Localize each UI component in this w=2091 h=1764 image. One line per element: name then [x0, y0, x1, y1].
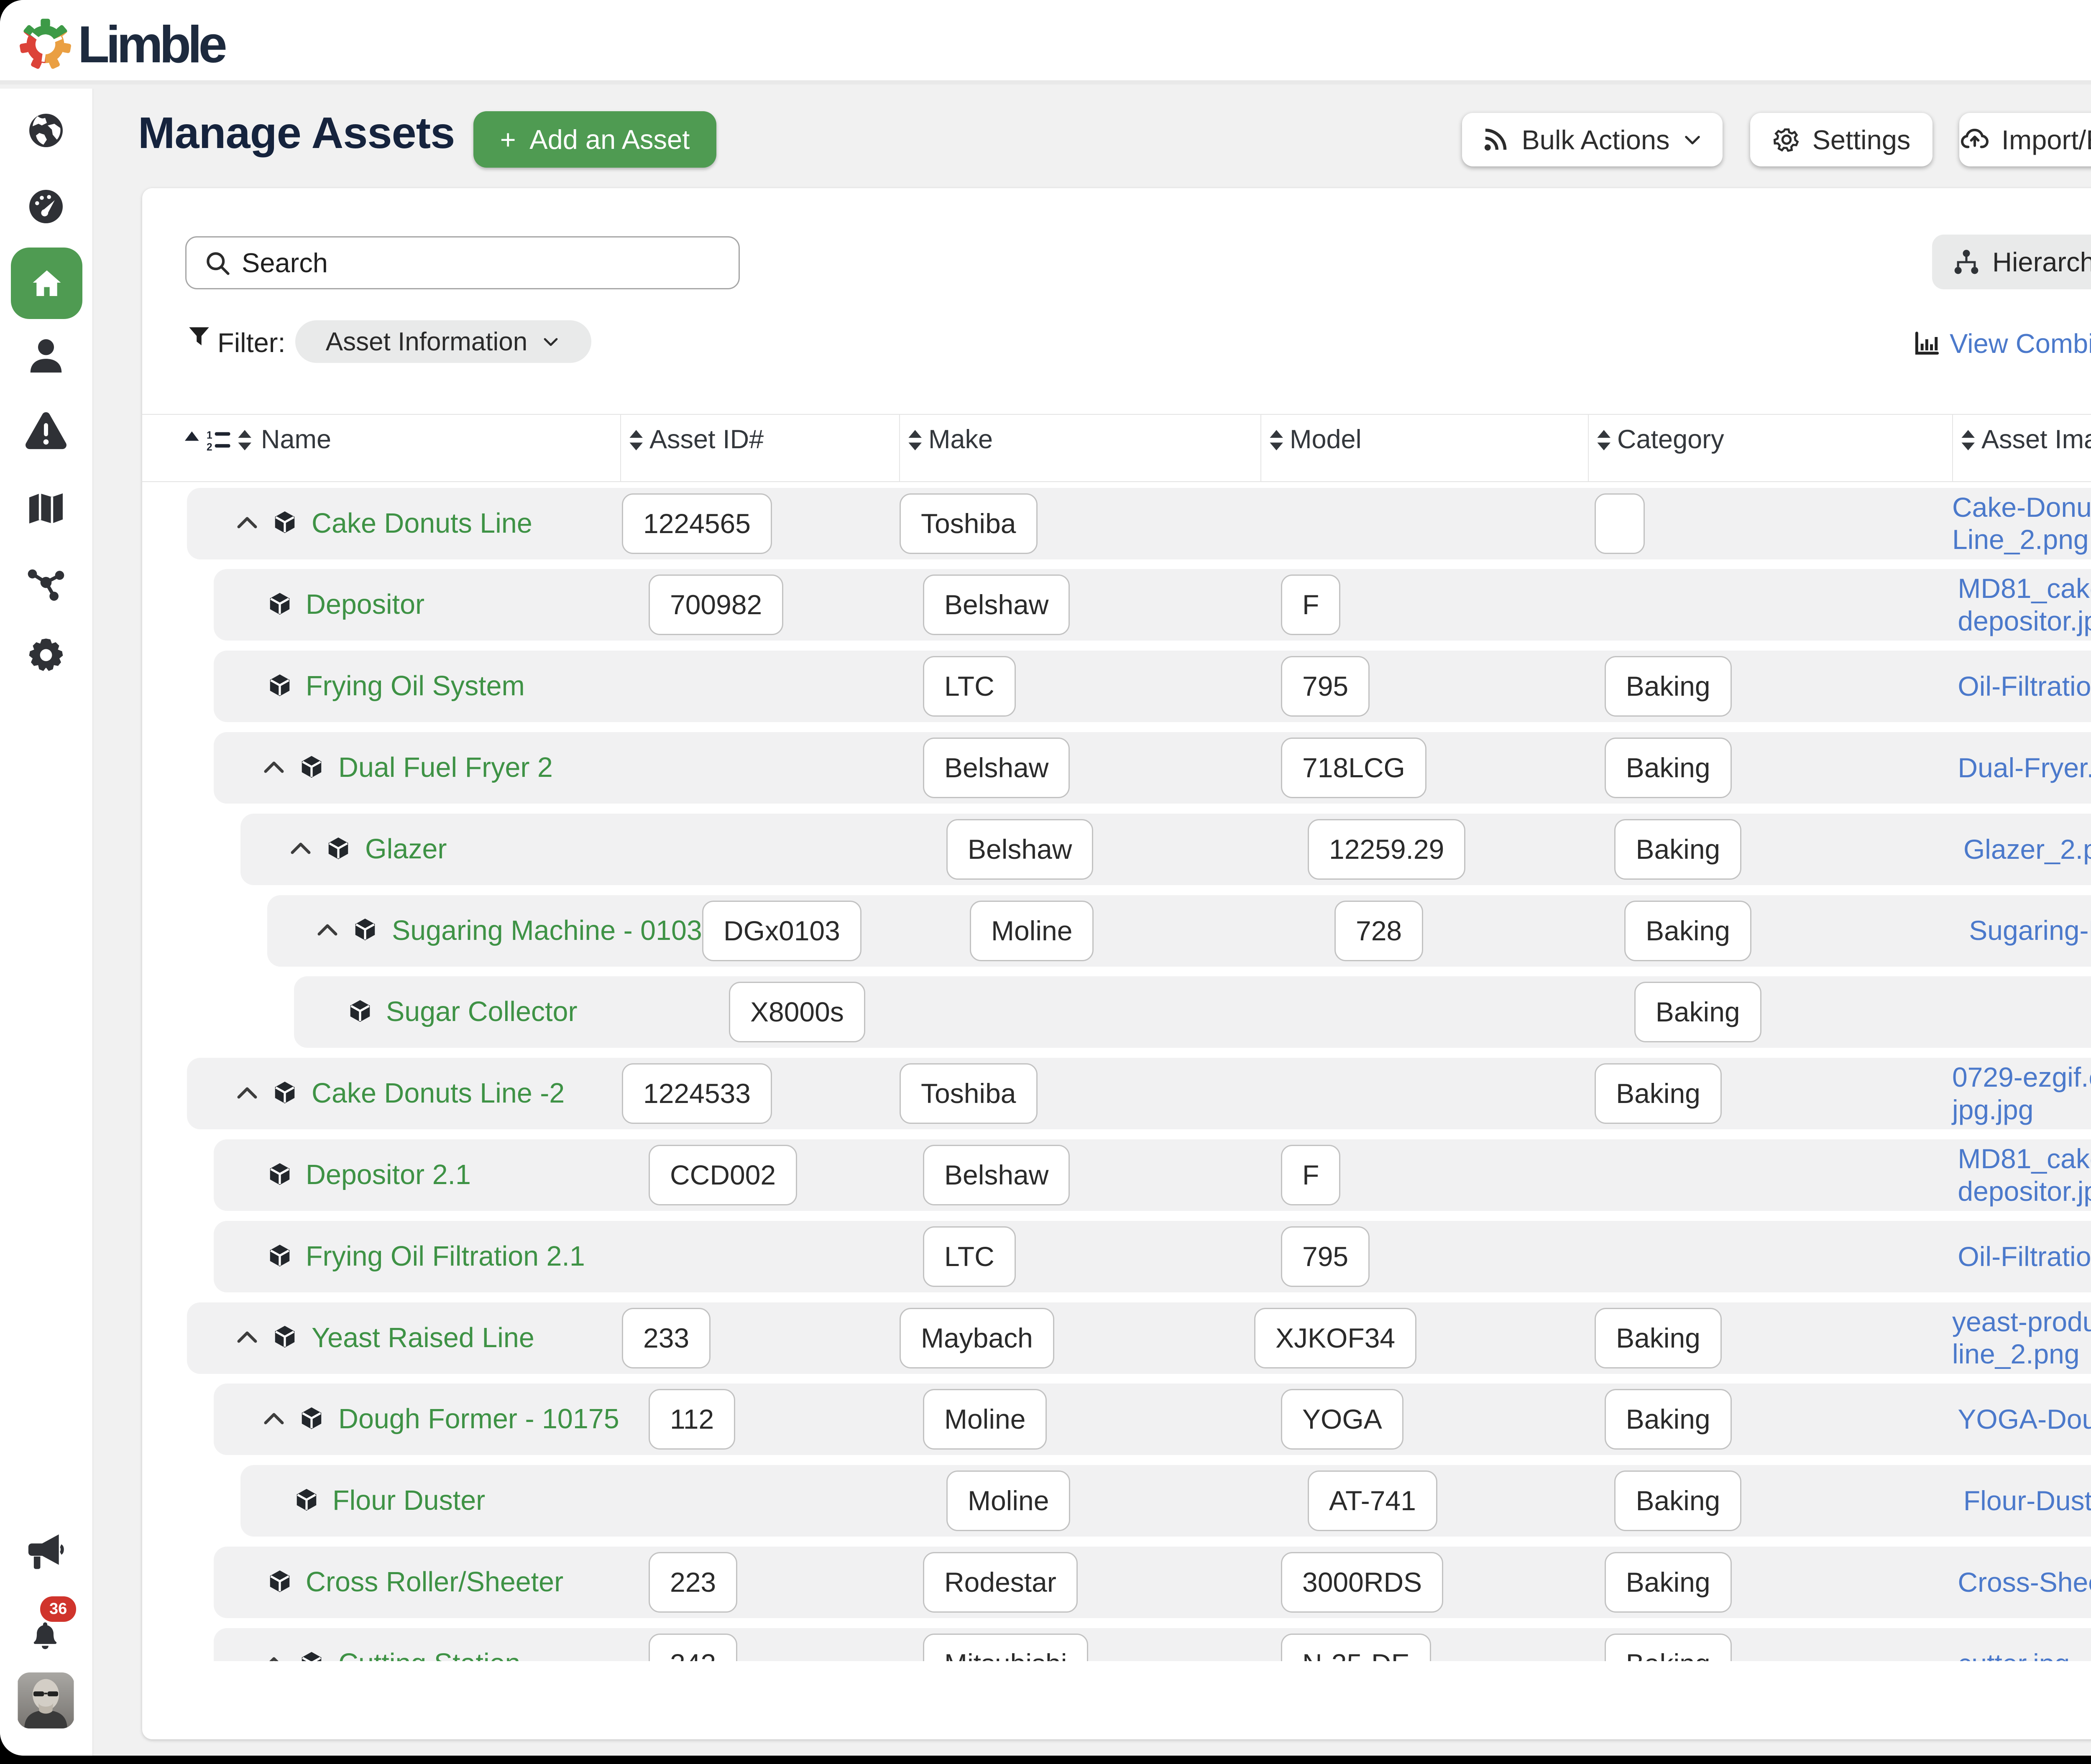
svg-text:1: 1 — [207, 430, 212, 441]
svg-text:2: 2 — [207, 442, 212, 450]
